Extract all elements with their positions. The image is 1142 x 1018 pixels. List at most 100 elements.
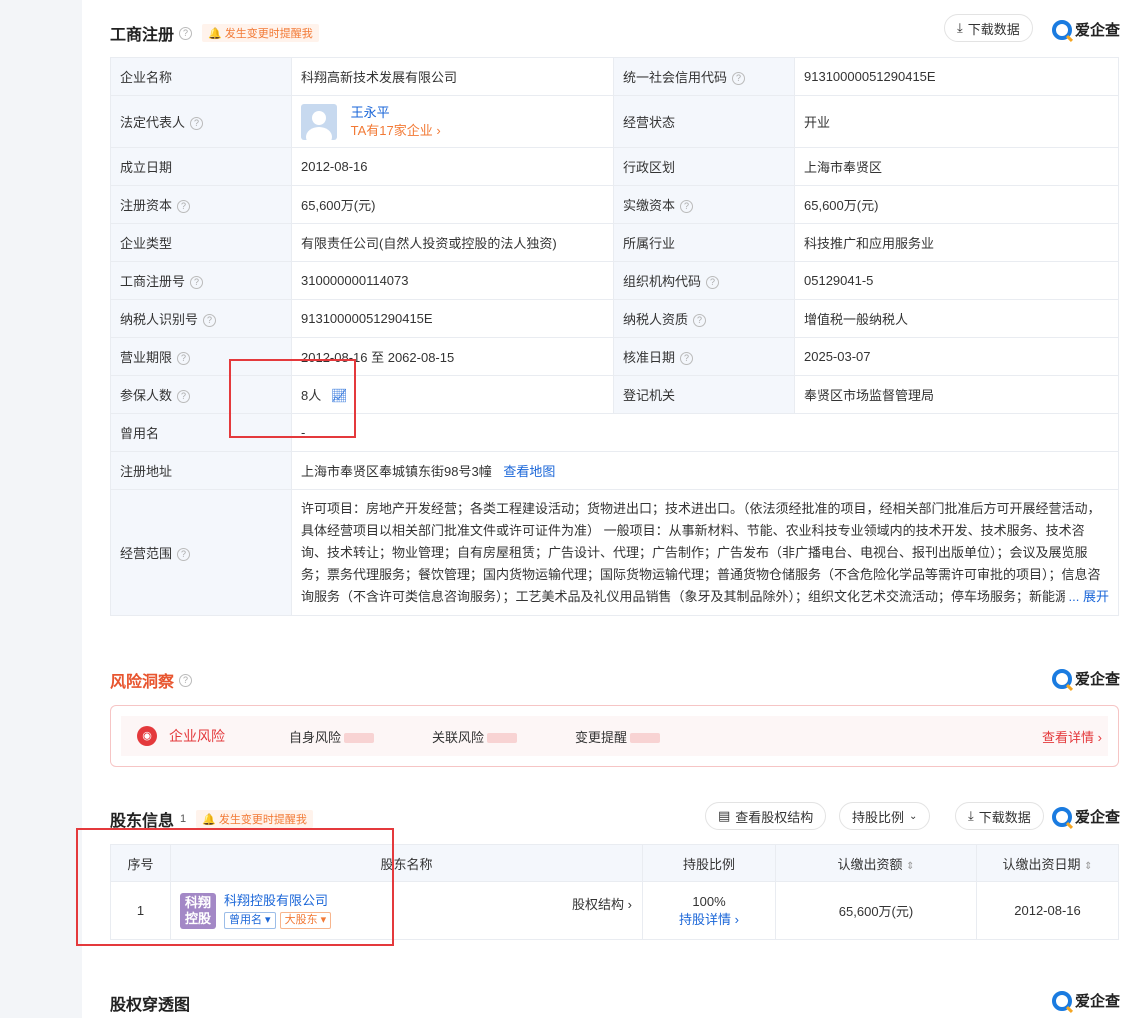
help-icon[interactable]: ? <box>177 200 191 214</box>
help-icon[interactable]: ? <box>680 200 694 214</box>
legal-rep-label: 法定代表人? <box>110 95 292 148</box>
founded-label: 成立日期 <box>110 147 292 186</box>
brand-name: 爱企查 <box>1074 993 1120 1010</box>
help-icon[interactable]: ? <box>177 548 191 562</box>
registration-table: 企业名称 科翔高新技术发展有限公司 统一社会信用代码? 913100000512… <box>110 57 1119 616</box>
status-value: 开业 <box>794 95 1119 148</box>
district-label: 行政区划 <box>613 147 795 186</box>
district-value: 上海市奉贤区 <box>794 147 1119 186</box>
highlight-box <box>76 828 394 946</box>
avatar[interactable] <box>301 103 337 140</box>
legal-rep-cell: 王永平 TA有17家企业 › <box>291 95 614 148</box>
help-icon[interactable]: ? <box>203 314 217 328</box>
download-icon: ⤓ <box>957 20 963 35</box>
paid-capital-value: 65,600万(元) <box>794 185 1119 224</box>
download-data-button[interactable]: ⤓ 下载数据 <box>944 14 1033 42</box>
legal-rep-name[interactable]: 王永平 <box>351 104 441 122</box>
highlight-box <box>229 359 356 438</box>
enterprise-risk-label: 企业风险 <box>169 728 225 744</box>
tax-qual-value: 增值税一般纳税人 <box>794 299 1119 338</box>
approve-label: 核准日期? <box>613 337 795 376</box>
address-label: 注册地址 <box>110 451 292 490</box>
help-icon[interactable]: ? <box>177 352 191 366</box>
brand-logo: 爱企查 <box>1051 990 1120 1011</box>
brand-name: 爱企查 <box>1074 22 1120 39</box>
ratio-value: 100% <box>692 893 726 909</box>
help-icon[interactable]: ? <box>693 314 707 328</box>
scope-value: 许可项目：房地产开发经营；各类工程建设活动；货物进出口；技术进出口。（依法须经批… <box>301 500 1107 604</box>
tax-qual-label: 纳税人资质? <box>613 299 795 338</box>
brand-name: 爱企查 <box>1074 671 1120 688</box>
risk-panel: ◉ 企业风险 自身风险 关联风险 变更提醒 查看详情 › <box>110 705 1119 767</box>
ratio-detail-link[interactable]: 持股详情 › <box>679 912 739 927</box>
download-data-button[interactable]: ⤓ 下载数据 <box>955 802 1044 830</box>
ratio-dropdown[interactable]: 持股比例 ⌄ <box>839 802 931 830</box>
reg-capital-value: 65,600万(元) <box>291 185 614 224</box>
brand-name: 爱企查 <box>1074 809 1120 826</box>
scope-label: 经营范围? <box>110 489 292 616</box>
amount-value: 65,600万(元) <box>775 881 977 940</box>
help-icon[interactable]: ? <box>179 673 193 687</box>
change-remind[interactable]: 变更提醒 <box>575 727 718 746</box>
expand-link[interactable]: ... 展开 <box>1064 585 1109 608</box>
equity-structure-button[interactable]: ▤ 查看股权结构 <box>705 802 827 830</box>
company-name-value: 科翔高新技术发展有限公司 <box>291 57 614 96</box>
legal-rep-companies-link[interactable]: TA有17家企业 › <box>351 122 441 140</box>
help-icon[interactable]: ? <box>190 117 204 131</box>
help-icon[interactable]: ? <box>190 276 204 290</box>
org-code-value: 05129041-5 <box>794 261 1119 300</box>
help-icon[interactable]: ? <box>177 390 191 404</box>
self-risk[interactable]: 自身风险 <box>289 727 432 746</box>
brand-logo-icon <box>1051 19 1072 40</box>
company-detail-page: 工商注册 ? 🔔 发生变更时提醒我 ⤓ 下载数据 爱企查 企业名称 科翔高新技术… <box>76 0 1142 1018</box>
sort-icon: ⇕ <box>906 860 915 872</box>
change-remind-label: 发生变更时提醒我 <box>224 28 313 40</box>
registration-header: 工商注册 ? 🔔 发生变更时提醒我 <box>110 21 319 45</box>
help-icon[interactable]: ? <box>732 72 746 86</box>
brand-logo: 爱企查 <box>1051 19 1120 40</box>
penetration-header: 股权穿透图 <box>110 991 190 1015</box>
help-icon[interactable]: ? <box>179 26 193 40</box>
download-label: 下载数据 <box>967 21 1020 37</box>
registration-title: 工商注册 <box>110 27 175 44</box>
credit-code-label: 统一社会信用代码? <box>613 57 795 96</box>
tax-id-value: 91310000051290415E <box>291 299 614 338</box>
change-remind-tag[interactable]: 🔔 发生变更时提醒我 <box>196 810 313 828</box>
date-value: 2012-08-16 <box>976 881 1119 940</box>
sort-icon: ⇕ <box>1084 860 1093 872</box>
founded-value: 2012-08-16 <box>291 147 614 186</box>
shareholders-count: 1 <box>180 813 187 825</box>
view-detail-link[interactable]: 查看详情 › <box>1042 727 1102 746</box>
ratio-cell: 100% 持股详情 › <box>642 881 776 940</box>
brand-logo-icon <box>1051 990 1072 1011</box>
paid-capital-label: 实缴资本? <box>613 185 795 224</box>
chevron-down-icon: ⌄ <box>909 810 918 822</box>
industry-label: 所属行业 <box>613 223 795 262</box>
brand-logo: 爱企查 <box>1051 668 1120 689</box>
type-label: 企业类型 <box>110 223 292 262</box>
former-name-value: - <box>291 413 1119 452</box>
risk-title: 风险洞察 <box>110 674 175 691</box>
status-label: 经营状态 <box>613 95 795 148</box>
col-header[interactable]: 认缴出资日期 ⇕ <box>976 844 1119 882</box>
authority-value: 奉贤区市场监督管理局 <box>794 375 1119 414</box>
brand-logo: 爱企查 <box>1051 806 1120 827</box>
company-name-label: 企业名称 <box>110 57 292 96</box>
type-value: 有限责任公司(自然人投资或控股的法人独资) <box>291 223 614 262</box>
org-code-label: 组织机构代码? <box>613 261 795 300</box>
reg-no-value: 310000000114073 <box>291 261 614 300</box>
approve-value: 2025-03-07 <box>794 337 1119 376</box>
view-map-link[interactable]: 查看地图 <box>503 464 555 479</box>
download-icon: ⤓ <box>968 808 974 823</box>
tax-id-label: 纳税人识别号? <box>110 299 292 338</box>
col-header[interactable]: 认缴出资额 ⇕ <box>775 844 977 882</box>
help-icon[interactable]: ? <box>680 352 694 366</box>
equity-structure-link[interactable]: 股权结构 › <box>572 892 632 913</box>
related-risk[interactable]: 关联风险 <box>432 727 575 746</box>
address-value: 上海市奉贤区奉城镇东街98号3幢 <box>301 464 492 479</box>
change-remind-tag[interactable]: 🔔 发生变更时提醒我 <box>202 24 319 42</box>
help-icon[interactable]: ? <box>706 276 720 290</box>
col-header: 持股比例 <box>642 844 776 882</box>
shield-icon: ◉ <box>137 726 157 746</box>
structure-icon: ▤ <box>718 808 731 823</box>
